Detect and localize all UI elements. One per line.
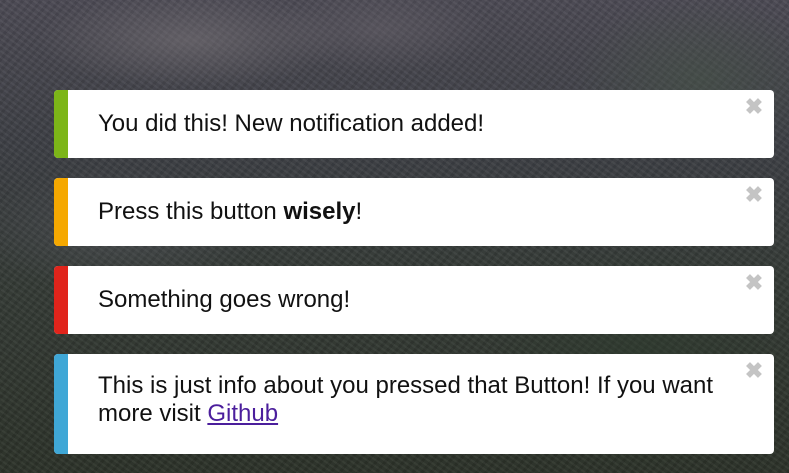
notification-message: You did this! New notification added! [98,110,485,137]
accent-bar-error [54,266,68,334]
notification-message: Press this button wisely! [98,198,734,226]
close-icon[interactable]: ✖ [744,272,764,294]
message-bold-text: wisely [283,198,356,225]
message-text: This is just info about you pressed that… [98,372,714,427]
notification-info: This is just info about you pressed that… [54,354,774,454]
message-text-end: ! [355,198,363,225]
github-link[interactable]: Github [207,400,278,427]
close-icon[interactable]: ✖ [744,360,764,382]
close-icon[interactable]: ✖ [744,96,764,118]
accent-bar-success [54,90,68,158]
notification-success: You did this! New notification added! ✖ [54,90,774,158]
accent-bar-warning [54,178,68,246]
close-icon[interactable]: ✖ [744,184,764,206]
accent-bar-info [54,354,68,454]
notification-error: Something goes wrong! ✖ [54,266,774,334]
notification-message: Something goes wrong! [98,286,351,313]
notification-message: This is just info about you pressed that… [98,372,734,428]
notification-warning: Press this button wisely! ✖ [54,178,774,246]
message-text: Press this button [98,198,284,225]
